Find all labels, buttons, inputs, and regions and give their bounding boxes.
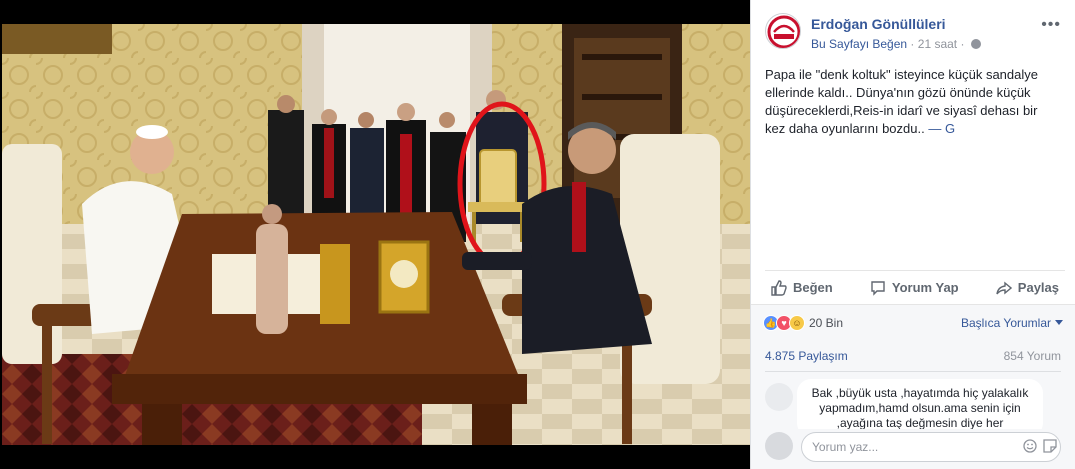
comment-label: Yorum Yap <box>891 280 959 295</box>
meta-separator-2: · <box>960 37 965 51</box>
comment-text: Bak ,büyük usta ,hayatımda hiç yalakalık… <box>811 386 1029 430</box>
thumbs-up-icon <box>771 279 787 296</box>
comment-input-placeholder: Yorum yaz... <box>812 440 879 454</box>
post-side-panel: Erdoğan Gönüllüleri Bu Sayfayı Beğen · 2… <box>750 0 1075 469</box>
share-label: Paylaş <box>1017 280 1059 295</box>
comment-count[interactable]: 854 Yorum <box>1004 349 1061 363</box>
emoji-icon[interactable] <box>1023 439 1037 453</box>
haha-reaction-icon: ☺ <box>789 315 805 331</box>
globe-icon <box>970 39 981 49</box>
post-actions: Beğen Yorum Yap Paylaş <box>765 270 1065 304</box>
post-photo[interactable] <box>2 24 750 445</box>
like-page-link[interactable]: Bu Sayfayı Beğen <box>811 37 907 51</box>
post-time[interactable]: 21 saat <box>918 37 957 51</box>
speech-bubble-icon <box>871 280 885 296</box>
like-button[interactable]: Beğen <box>765 279 839 296</box>
comment-button[interactable]: Yorum Yap <box>864 280 965 296</box>
see-more-link[interactable]: — G <box>928 121 955 136</box>
post-text: Papa ile "denk koltuk" isteyince küçük s… <box>765 66 1059 138</box>
post-header: Erdoğan Gönüllüleri Bu Sayfayı Beğen · 2… <box>765 12 1065 56</box>
post-stats: 👍 ♥ ☺ 20 Bin Başlıca Yorumlar 4.875 Payl… <box>751 304 1075 469</box>
reaction-row: 👍 ♥ ☺ 20 Bin Başlıca Yorumlar <box>763 315 1063 333</box>
comment-composer: Yorum yaz... <box>765 429 1065 463</box>
more-options-icon[interactable]: ••• <box>1041 16 1061 34</box>
page-name-link[interactable]: Erdoğan Gönüllüleri <box>811 16 946 32</box>
post-body: Papa ile "denk koltuk" isteyince küçük s… <box>765 67 1038 136</box>
photo-illustration <box>2 24 750 445</box>
share-button[interactable]: Paylaş <box>990 280 1065 296</box>
avatar <box>765 432 793 460</box>
comment-input[interactable]: Yorum yaz... <box>801 432 1061 462</box>
share-arrow-icon <box>996 281 1012 294</box>
reaction-count[interactable]: 20 Bin <box>809 316 843 330</box>
share-comment-row: 4.875 Paylaşım 854 Yorum <box>765 349 1061 363</box>
like-label: Beğen <box>793 280 833 295</box>
reaction-icons[interactable]: 👍 ♥ ☺ <box>763 315 805 331</box>
chevron-down-icon <box>1055 320 1063 325</box>
divider <box>765 371 1061 372</box>
commenter-avatar[interactable] <box>765 383 793 411</box>
page-logo-icon <box>767 15 800 48</box>
meta-separator: · <box>910 37 915 51</box>
comment-sort-dropdown[interactable]: Başlıca Yorumlar <box>961 316 1063 330</box>
sticker-icon[interactable] <box>1043 439 1057 453</box>
post-photo-pane <box>0 0 750 469</box>
comment-sort-label: Başlıca Yorumlar <box>960 316 1051 330</box>
post-meta: Bu Sayfayı Beğen · 21 saat · <box>811 37 981 51</box>
page-avatar[interactable] <box>765 13 801 49</box>
share-count[interactable]: 4.875 Paylaşım <box>765 349 848 363</box>
